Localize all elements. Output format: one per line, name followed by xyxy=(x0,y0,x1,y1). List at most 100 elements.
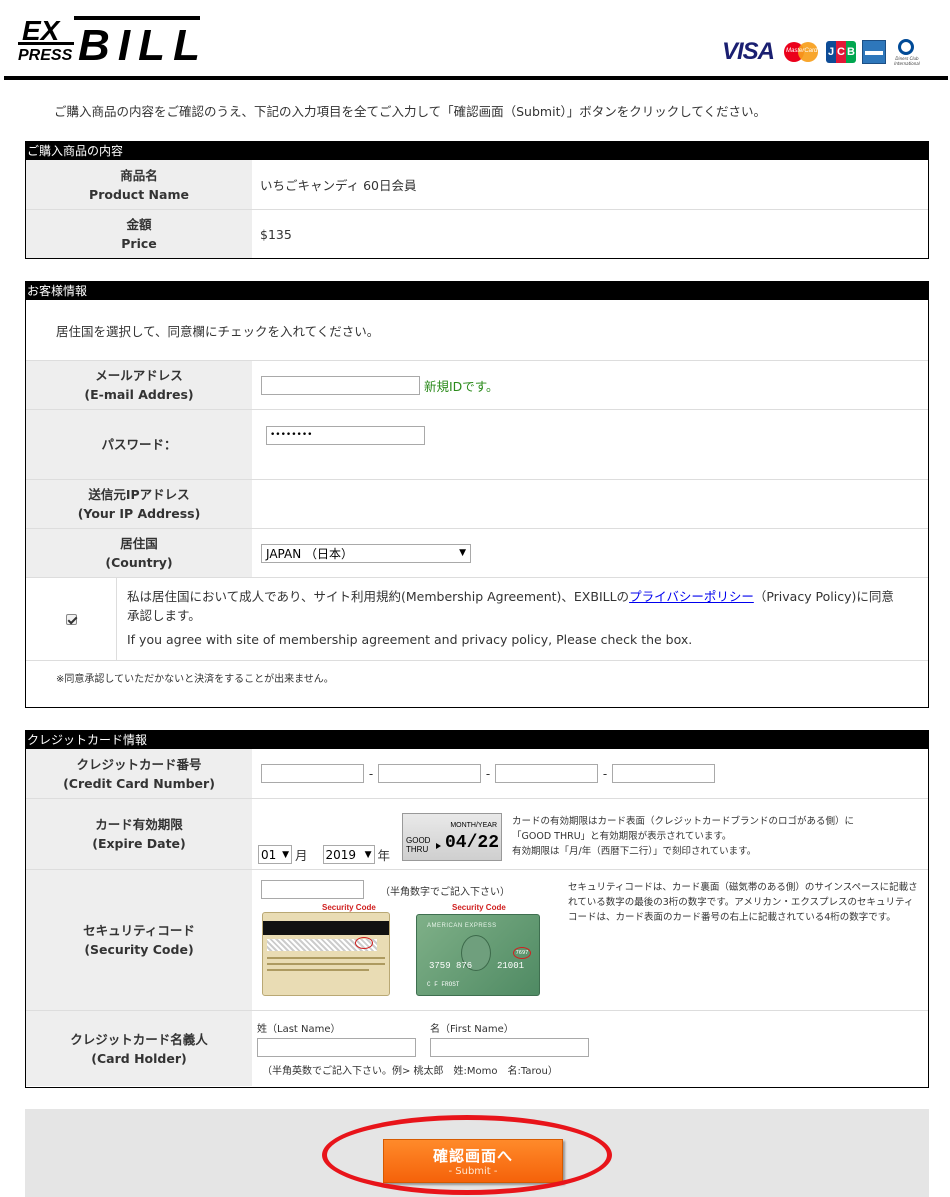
email-label-jp: メールアドレス xyxy=(95,368,183,383)
intro-text: ご購入商品の内容をご確認のうえ、下記の入力項目を全てご入力して「確認画面（Sub… xyxy=(54,104,766,119)
agree-note-row: ※同意承認していただかないと決済をすることが出来ません。 xyxy=(26,660,928,706)
exbill-logo-icon: EX PRESS BILL xyxy=(18,15,200,70)
agree-checkbox-cell xyxy=(26,578,116,660)
security-code-tag-back: Security Code xyxy=(322,903,376,912)
visa-icon: VISA xyxy=(721,38,775,65)
expire-row: カード有効期限 (Expire Date) 01 ▼ 月 2019 ▼ 年 MO… xyxy=(26,798,928,869)
card-brand-logos: VISA MasterCard J C B Diners Club Intern… xyxy=(722,38,920,66)
jcb-icon: J C B xyxy=(826,41,856,63)
expire-year-value: 2019 xyxy=(325,847,357,862)
card-number-input-2[interactable] xyxy=(378,764,481,783)
last-name-label: 姓（Last Name） xyxy=(257,1024,341,1035)
email-row: メールアドレス (E-mail Addres) 新規IDです。 xyxy=(26,360,928,409)
expire-month-value: 01 xyxy=(261,847,277,862)
amex-code-marker: 7697 xyxy=(513,947,531,959)
header: EX PRESS BILL VISA MasterCard J C B Dine… xyxy=(4,0,948,80)
logo-ex-text: EX xyxy=(22,15,62,46)
expire-label: カード有効期限 (Expire Date) xyxy=(26,799,252,869)
expire-year-select[interactable]: 2019 ▼ xyxy=(322,845,375,864)
logo-press-text: PRESS xyxy=(18,47,73,64)
amex-card-image: AMERICAN EXPRESS 3759 876 21001 C F FROS… xyxy=(416,914,540,996)
amex-card-digits: 3759 876 xyxy=(429,961,473,971)
month-unit: 月 xyxy=(295,848,308,863)
sample-good-thru: GOOD THRU xyxy=(406,836,431,854)
card-number-label-en: (Credit Card Number) xyxy=(63,775,215,791)
card-holder-hint: （半角英数でご記入下さい。例> 桃太郎 姓:Momo 名:Tarou） xyxy=(262,1066,558,1077)
expire-selects: 01 ▼ 月 2019 ▼ 年 xyxy=(258,845,390,864)
security-code-tag-front: Security Code xyxy=(452,903,506,912)
security-row: セキュリティコード (Security Code) （半角数字でご記入下さい） … xyxy=(26,869,928,1010)
customer-section-title: お客様情報 xyxy=(26,282,928,300)
email-value-cell: 新規IDです。 xyxy=(252,361,928,409)
card-holder-cell: 姓（Last Name） 名（First Name） （半角英数でご記入下さい。… xyxy=(252,1011,928,1086)
country-row: 居住国 (Country) JAPAN （日本） ▼ xyxy=(26,528,928,577)
email-label-en: (E-mail Addres) xyxy=(84,387,194,402)
price-row: 金額 Price $135 xyxy=(26,209,928,258)
card-number-label: クレジットカード番号 (Credit Card Number) xyxy=(26,749,252,798)
security-label-en: (Security Code) xyxy=(84,942,194,957)
country-label: 居住国 (Country) xyxy=(26,529,252,577)
email-label: メールアドレス (E-mail Addres) xyxy=(26,361,252,409)
card-number-input-4[interactable] xyxy=(612,764,715,783)
submit-button[interactable]: 確認画面へ - Submit - xyxy=(383,1139,563,1183)
expire-label-jp: カード有効期限 xyxy=(95,817,183,832)
security-note: セキュリティコードは、カード裏面（磁気帯のある側）のサインスペースに記載されてい… xyxy=(568,882,918,923)
card-number-input-1[interactable] xyxy=(261,764,364,783)
customer-section: お客様情報 居住国を選択して、同意欄にチェックを入れてください。 メールアドレス… xyxy=(25,281,929,708)
first-name-input[interactable] xyxy=(430,1038,589,1057)
arrow-right-icon xyxy=(436,843,441,849)
last-name-input[interactable] xyxy=(257,1038,416,1057)
submit-button-label: 確認画面へ xyxy=(432,1147,513,1165)
dropdown-arrow-icon: ▼ xyxy=(459,548,466,558)
agree-text-2: （Privacy Policy)に同意 xyxy=(753,589,894,604)
card-number-dash-1: - xyxy=(368,766,374,781)
privacy-policy-link[interactable]: プライバシーポリシー xyxy=(629,589,754,604)
security-cell: （半角数字でご記入下さい） Security Code AMERICAN EXP… xyxy=(252,870,928,1010)
logo-bill-text: BILL xyxy=(78,21,200,66)
expire-note: カードの有効期限はカード表面（クレジットカードブランドのロゴがある側）に 「GO… xyxy=(512,814,912,859)
card-number-row: クレジットカード番号 (Credit Card Number) - - - xyxy=(26,749,928,798)
card-back-image xyxy=(262,912,390,996)
expire-sample-image: MONTH/YEAR GOOD THRU 04/22 xyxy=(402,813,502,861)
expire-note-2: 「GOOD THRU」と有効期限が表示されています。 xyxy=(512,831,732,842)
price-label: 金額 Price xyxy=(26,210,252,258)
agree-checkbox[interactable] xyxy=(65,613,77,625)
price-label-jp: 金額 xyxy=(126,217,152,232)
ip-label: 送信元IPアドレス (Your IP Address) xyxy=(26,480,252,528)
credit-section-title: クレジットカード情報 xyxy=(26,731,928,749)
credit-section: クレジットカード情報 クレジットカード番号 (Credit Card Numbe… xyxy=(25,730,929,1088)
submit-area: 確認画面へ - Submit - xyxy=(25,1109,929,1197)
mastercard-label: MasterCard xyxy=(786,48,818,54)
sample-date: 04/22 xyxy=(445,833,500,853)
card-number-input-3[interactable] xyxy=(495,764,598,783)
security-code-input[interactable] xyxy=(261,880,364,899)
security-label-jp: セキュリティコード xyxy=(83,923,195,938)
card-holder-label-jp: クレジットカード名義人 xyxy=(70,1031,208,1047)
sample-month-year: MONTH/YEAR xyxy=(450,822,497,829)
product-name-value: いちごキャンディ 60日会員 xyxy=(260,178,417,193)
ip-label-jp: 送信元IPアドレス xyxy=(88,487,190,502)
country-label-jp: 居住国 xyxy=(120,536,158,551)
security-label: セキュリティコード (Security Code) xyxy=(26,870,252,1010)
password-input[interactable]: •••••••• xyxy=(266,426,425,445)
jcb-letter-b: B xyxy=(846,41,856,63)
email-input[interactable] xyxy=(261,375,420,395)
product-name-label-jp: 商品名 xyxy=(120,167,158,183)
price-label-en: Price xyxy=(121,236,157,251)
year-unit: 年 xyxy=(377,848,391,863)
submit-button-sub: - Submit - xyxy=(448,1166,498,1177)
country-label-en: (Country) xyxy=(105,555,173,570)
card-number-label-jp: クレジットカード番号 xyxy=(76,756,202,772)
expire-cell: 01 ▼ 月 2019 ▼ 年 MONTH/YEAR GOOD THRU 04/… xyxy=(252,799,928,869)
dropdown-arrow-icon: ▼ xyxy=(282,849,289,860)
jcb-letter-j: J xyxy=(826,41,836,63)
agreement-text: 私は居住国において成人であり、サイト利用規約(Membership Agreem… xyxy=(116,578,928,660)
mastercard-icon: MasterCard xyxy=(784,40,820,64)
country-value-cell: JAPAN （日本） ▼ xyxy=(252,529,928,577)
expire-month-select[interactable]: 01 ▼ xyxy=(258,845,292,864)
amex-icon xyxy=(862,40,886,64)
amex-card-label: AMERICAN EXPRESS xyxy=(427,923,497,929)
new-id-note: 新規IDです。 xyxy=(424,378,499,394)
card-holder-label-en: (Card Holder) xyxy=(91,1050,187,1066)
country-select[interactable]: JAPAN （日本） ▼ xyxy=(261,543,471,563)
